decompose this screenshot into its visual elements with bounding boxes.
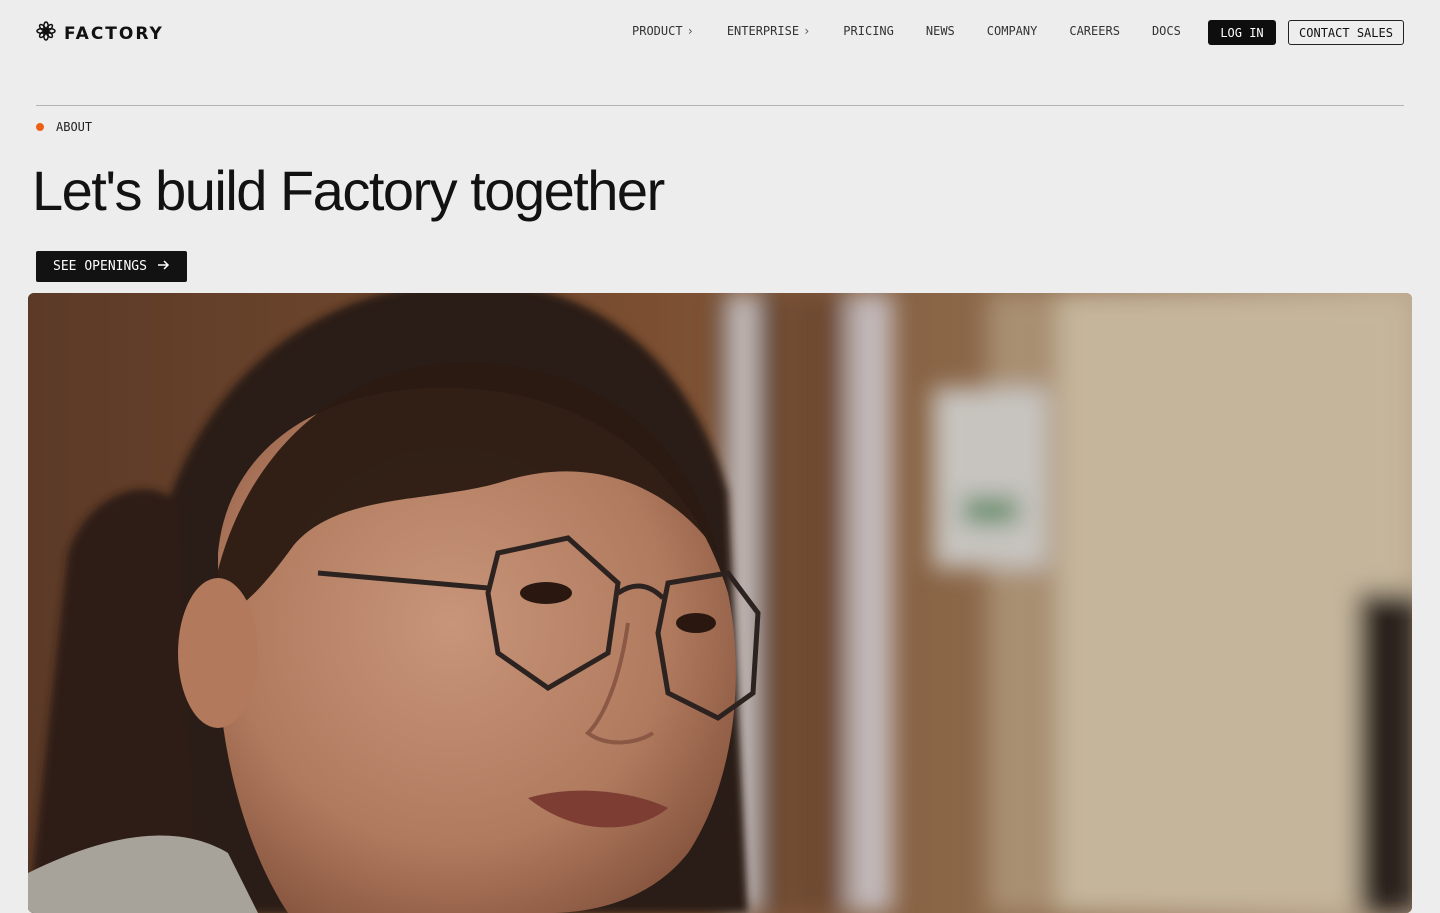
see-openings-label: SEE OPENINGS — [53, 259, 147, 274]
nav-item-label: PRODUCT — [632, 24, 683, 38]
nav-item-label: NEWS — [925, 24, 955, 38]
accent-dot-icon — [36, 123, 44, 131]
see-openings-button[interactable]: SEE OPENINGS — [36, 251, 187, 282]
nav-item-docs[interactable]: DOCS — [1152, 24, 1181, 38]
login-button[interactable]: LOG IN — [1208, 20, 1276, 45]
nav-item-enterprise[interactable]: ENTERPRISE › — [727, 24, 810, 38]
chevron-right-icon: › — [686, 24, 694, 38]
hero-photo — [28, 293, 1412, 913]
nav-item-product[interactable]: PRODUCT › — [632, 24, 694, 38]
nav-item-label: CAREERS — [1069, 24, 1120, 38]
nav-item-news[interactable]: NEWS — [926, 24, 955, 38]
nav-item-company[interactable]: COMPANY — [987, 24, 1038, 38]
nav-item-label: PRICING — [843, 24, 894, 38]
contact-sales-button[interactable]: CONTACT SALES — [1288, 20, 1404, 45]
nav-item-careers[interactable]: CAREERS — [1069, 24, 1120, 38]
nav-item-label: DOCS — [1151, 24, 1181, 38]
brand-name: FACTORY — [64, 23, 164, 44]
section-label: ABOUT — [36, 120, 92, 134]
asterisk-flower-icon — [36, 21, 56, 46]
page-title: Let's build Factory together — [32, 159, 665, 222]
main-nav: PRODUCT › ENTERPRISE › PRICING NEWS COMP… — [632, 24, 1181, 38]
chevron-right-icon: › — [803, 24, 811, 38]
nav-item-pricing[interactable]: PRICING — [843, 24, 894, 38]
nav-item-label: ENTERPRISE — [726, 24, 800, 38]
arrow-right-icon — [157, 259, 170, 275]
section-label-text: ABOUT — [56, 120, 93, 134]
nav-item-label: COMPANY — [986, 24, 1038, 38]
brand-logo[interactable]: FACTORY — [36, 21, 164, 46]
section-divider — [36, 105, 1404, 106]
